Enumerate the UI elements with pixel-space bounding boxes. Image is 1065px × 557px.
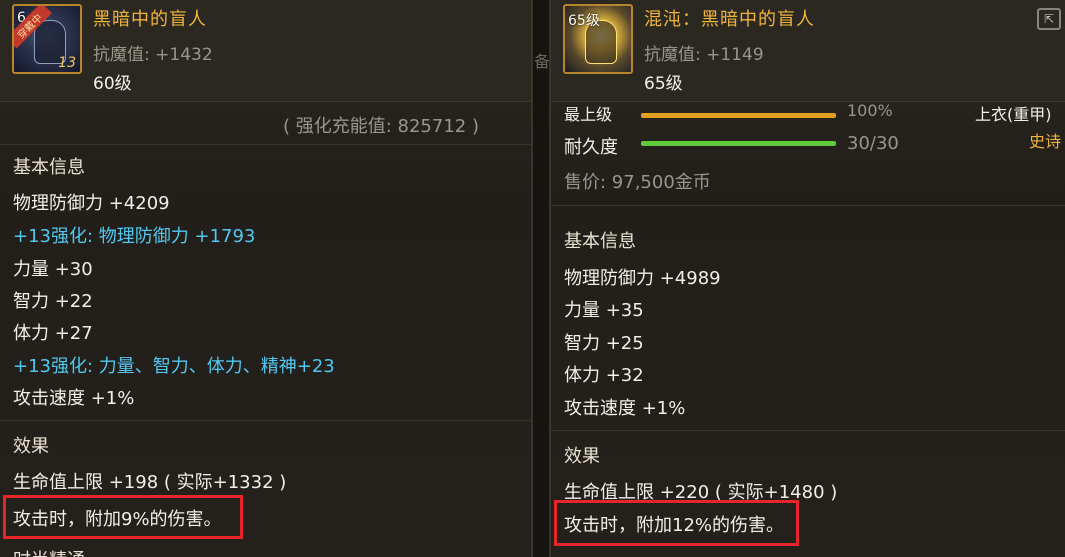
enhance-badge: 13 — [58, 55, 76, 71]
stat-line: 物理防御力 +4209 — [13, 193, 170, 214]
stat-line: 智力 +22 — [13, 291, 93, 312]
grade-bar — [641, 113, 836, 118]
stat-line: 攻击速度 +1% — [564, 398, 686, 419]
stat-line: 攻击速度 +1% — [13, 388, 135, 409]
left-item-icon[interactable]: 6 穿戴中 13 — [12, 4, 82, 74]
stat-line: 体力 +27 — [13, 323, 93, 344]
share-icon[interactable]: ⇱ — [1037, 8, 1061, 30]
right-tooltip-header: 65级 混沌：黑暗中的盲人 抗魔值: +1149 65级 ⇱ — [551, 0, 1065, 102]
item-name: 混沌：黑暗中的盲人 — [644, 9, 815, 30]
highlight-box — [3, 495, 243, 539]
stat-line: 力量 +35 — [564, 300, 644, 321]
divider — [551, 430, 1065, 431]
stat-line: 力量 +30 — [13, 259, 93, 280]
right-item-icon[interactable]: 65级 — [563, 4, 633, 74]
stat-line-enhance: +13强化: 力量、智力、体力、精神+23 — [13, 356, 335, 377]
required-level: 65级 — [644, 74, 683, 94]
cut-label: 最上级 — [564, 105, 613, 124]
item-type: 上衣(重甲) — [975, 105, 1052, 124]
right-item-tooltip: 最上级 100% 上衣(重甲) 65级 混沌：黑暗中的盲人 抗魔值: +1149… — [549, 0, 1065, 557]
stat-line-enhance: +13强化: 物理防御力 +1793 — [13, 226, 256, 247]
divider — [551, 205, 1065, 206]
section-effect: 效果 — [13, 436, 49, 457]
stat-line: 智力 +25 — [564, 333, 644, 354]
magic-resist: 抗魔值: +1432 — [93, 45, 213, 65]
magic-resist: 抗魔值: +1149 — [644, 45, 764, 65]
section-basic-info: 基本信息 — [13, 157, 85, 178]
panel-gap: 备 — [533, 0, 551, 557]
required-level: 60级 — [93, 74, 132, 94]
gap-glyph: 备 — [534, 52, 551, 71]
section-basic-info: 基本信息 — [564, 231, 636, 252]
rarity-label: 史诗 — [1029, 132, 1062, 151]
grade-value: 100% — [847, 101, 893, 120]
stat-line: 物理防御力 +4989 — [564, 268, 721, 289]
left-tooltip-header: 6 穿戴中 13 黑暗中的盲人 抗魔值: +1432 60级 — [0, 0, 531, 102]
left-item-tooltip: 6 穿戴中 13 黑暗中的盲人 抗魔值: +1432 60级 ( 强化充能值: … — [0, 0, 533, 557]
highlight-box — [554, 500, 799, 546]
divider — [0, 144, 531, 145]
divider — [0, 420, 531, 421]
durability-fill — [641, 141, 836, 146]
charge-value: ( 强化充能值: 825712 ) — [283, 116, 479, 137]
durability-value: 30/30 — [847, 133, 899, 154]
effect-line: 生命值上限 +198 ( 实际+1332 ) — [13, 472, 287, 493]
item-level-tag: 65级 — [568, 13, 600, 29]
section-effect: 效果 — [564, 446, 600, 467]
section-next: 时尚精通 — [13, 546, 85, 557]
sell-price: 售价: 97,500金币 — [564, 172, 711, 193]
durability-bar — [641, 141, 836, 146]
durability-label: 耐久度 — [564, 137, 618, 158]
stat-line: 体力 +32 — [564, 365, 644, 386]
item-name: 黑暗中的盲人 — [93, 9, 207, 30]
